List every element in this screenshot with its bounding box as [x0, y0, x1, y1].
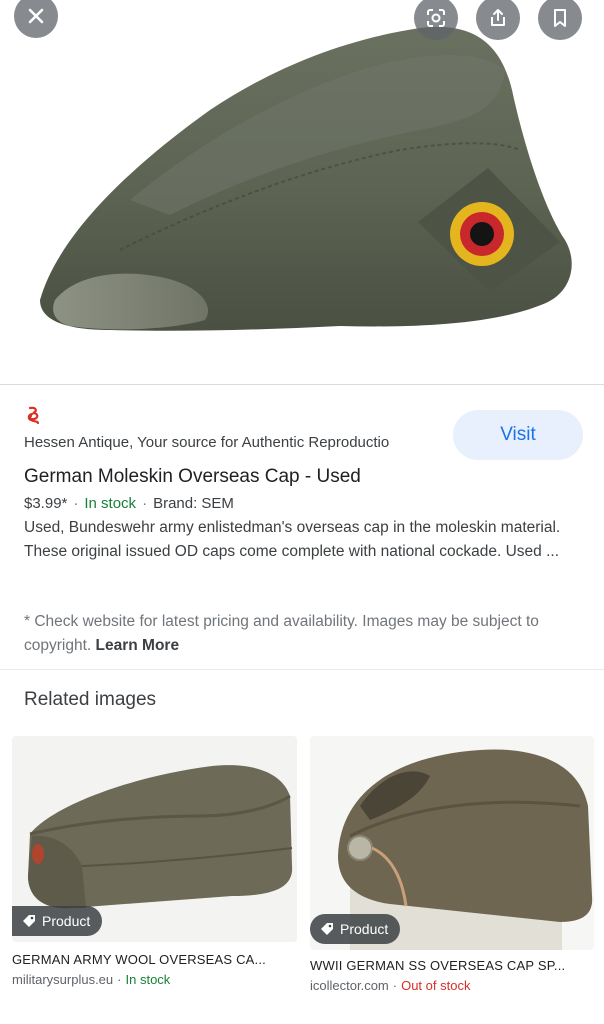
related-site: icollector.com	[310, 978, 389, 993]
divider	[0, 384, 604, 385]
separator-dot: ·	[392, 978, 398, 993]
source-name[interactable]: Hessen Antique, Your source for Authenti…	[24, 434, 438, 451]
related-stock: In stock	[125, 972, 171, 987]
related-stock: Out of stock	[401, 978, 471, 993]
visit-button[interactable]: Visit	[453, 410, 583, 460]
close-icon	[28, 8, 44, 24]
product-chip: Product	[12, 906, 103, 936]
share-icon	[491, 9, 505, 26]
main-image[interactable]	[0, 0, 604, 384]
brand: Brand: SEM	[153, 495, 234, 512]
related-title[interactable]: WWII GERMAN SS OVERSEAS CAP SP...	[310, 958, 594, 973]
separator-dot: ·	[142, 495, 148, 512]
related-meta: icollector.com · Out of stock	[310, 978, 594, 993]
product-chip: Product	[310, 914, 401, 944]
disclaimer: * Check website for latest pricing and a…	[24, 610, 588, 658]
overseas-cap-photo	[40, 26, 572, 331]
google-lens-icon	[427, 9, 445, 27]
bookmark-icon	[554, 9, 566, 27]
stock-status: In stock	[84, 495, 137, 512]
section-divider	[0, 669, 604, 670]
related-image-card[interactable]: Product WWII GERMAN SS OVERSEAS CAP SP..…	[310, 736, 594, 993]
separator-dot: ·	[73, 495, 79, 512]
product-chip-label: Product	[340, 921, 389, 937]
product-title[interactable]: German Moleskin Overseas Cap - Used	[24, 466, 361, 488]
product-description: Used, Bundeswehr army enlistedman's over…	[24, 519, 561, 560]
related-meta: militarysurplus.eu · In stock	[12, 972, 297, 987]
tag-icon	[321, 923, 333, 935]
source-logo-icon[interactable]	[24, 405, 44, 425]
related-images-heading: Related images	[24, 689, 157, 710]
tag-icon	[23, 915, 35, 927]
related-image-card[interactable]: Product GERMAN ARMY WOOL OVERSEAS CA... …	[12, 736, 297, 987]
related-title[interactable]: GERMAN ARMY WOOL OVERSEAS CA...	[12, 952, 297, 967]
related-image[interactable]: Product	[310, 736, 594, 950]
price: $3.99*	[24, 495, 68, 512]
learn-more-link[interactable]: Learn More	[96, 637, 180, 654]
separator-dot: ·	[117, 972, 122, 987]
related-image[interactable]: Product	[12, 736, 297, 942]
related-site: militarysurplus.eu	[12, 972, 114, 987]
price-line: $3.99* · In stock · Brand: SEM	[24, 495, 234, 512]
product-chip-label: Product	[42, 913, 91, 929]
